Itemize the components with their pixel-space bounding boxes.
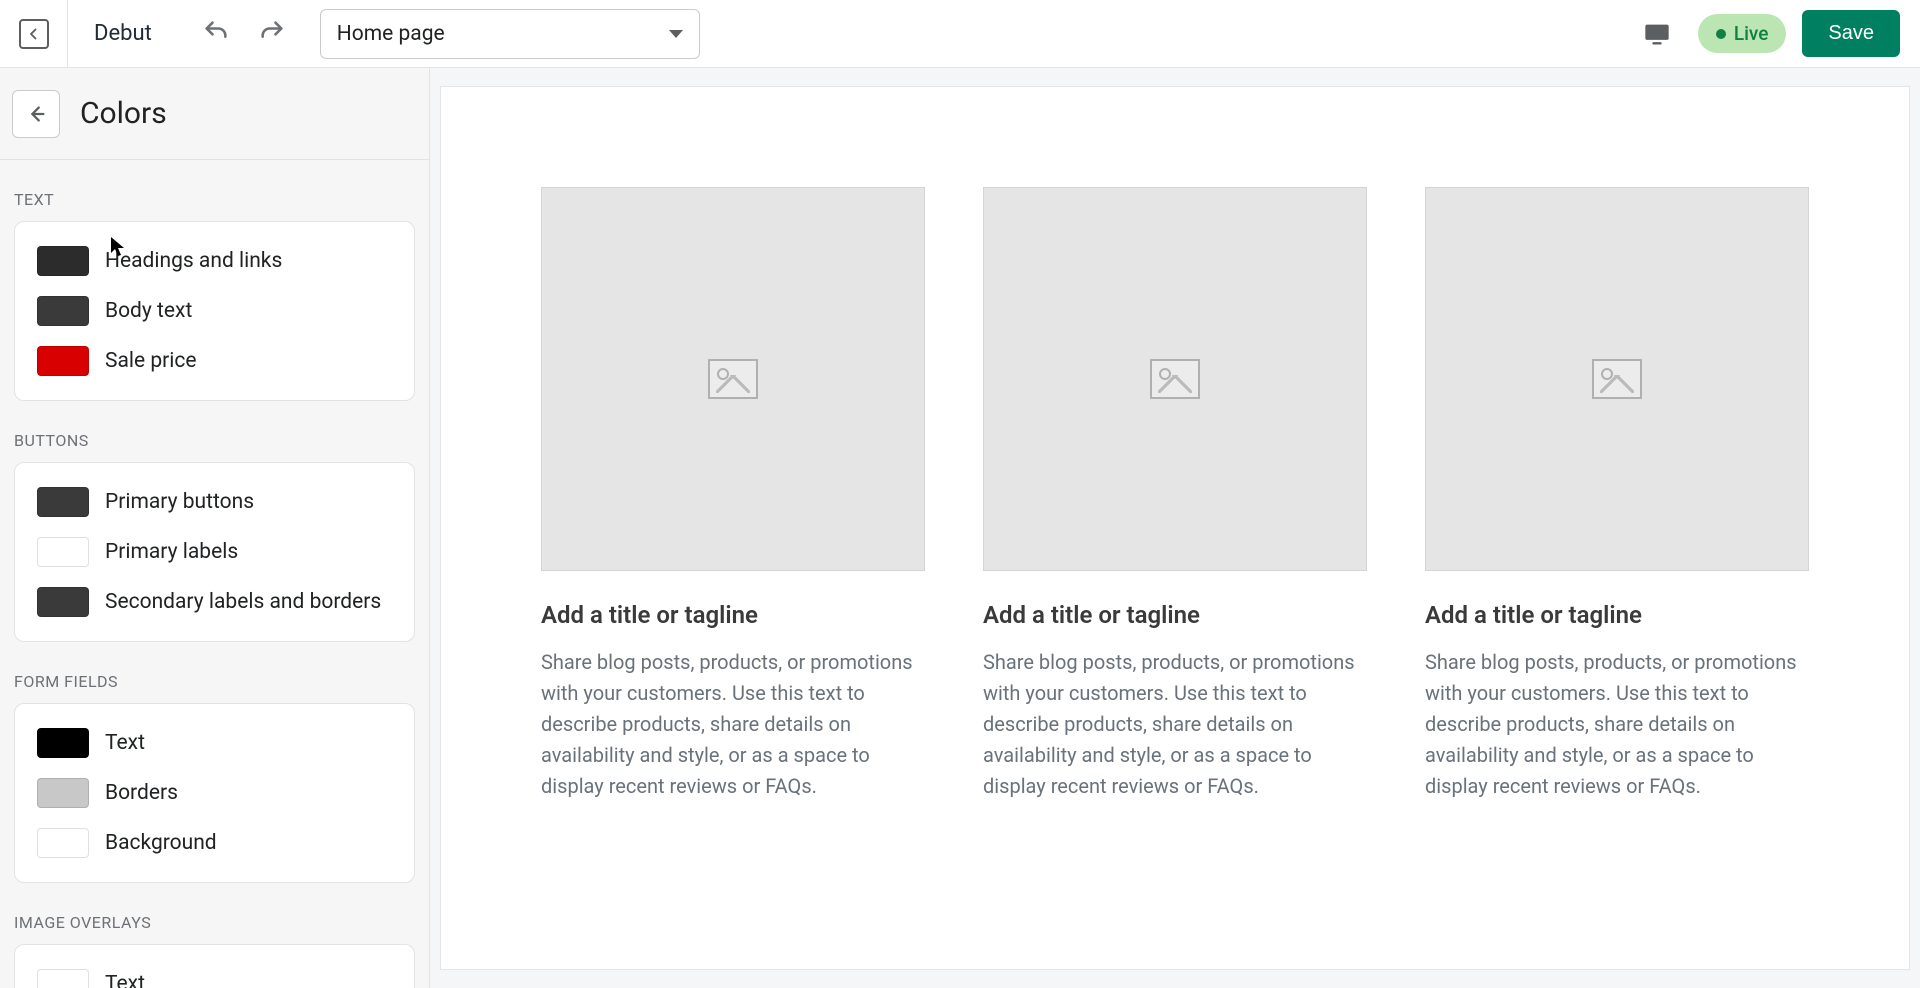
main-area: Colors TEXT Headings and links Body text… — [0, 68, 1920, 988]
undo-button[interactable] — [202, 18, 230, 50]
color-label: Primary labels — [105, 540, 238, 564]
sidebar: Colors TEXT Headings and links Body text… — [0, 68, 430, 988]
history-controls — [178, 18, 310, 50]
button-colors-card: Primary buttons Primary labels Secondary… — [14, 462, 415, 642]
page-selector[interactable]: Home page — [320, 9, 700, 59]
color-swatch — [37, 728, 89, 758]
chevron-down-icon — [669, 30, 683, 38]
color-swatch — [37, 487, 89, 517]
color-swatch — [37, 246, 89, 276]
color-row-form-background[interactable]: Background — [15, 818, 414, 868]
column-title: Add a title or tagline — [983, 601, 1367, 629]
color-row-primary-labels[interactable]: Primary labels — [15, 527, 414, 577]
color-label: Text — [105, 972, 145, 988]
exit-button[interactable] — [0, 0, 68, 68]
text-colors-card: Headings and links Body text Sale price — [14, 221, 415, 401]
color-row-sale-price[interactable]: Sale price — [15, 336, 414, 386]
color-label: Primary buttons — [105, 490, 254, 514]
preview-panel: Add a title or tagline Share blog posts,… — [430, 68, 1920, 988]
preview-columns: Add a title or tagline Share blog posts,… — [541, 187, 1809, 802]
color-swatch — [37, 778, 89, 808]
column-body: Share blog posts, products, or promotion… — [541, 647, 925, 802]
exit-icon — [19, 19, 49, 49]
color-label: Headings and links — [105, 249, 282, 273]
color-label: Body text — [105, 299, 192, 323]
desktop-icon — [1643, 20, 1671, 48]
color-swatch — [37, 537, 89, 567]
column-title: Add a title or tagline — [1425, 601, 1809, 629]
image-placeholder — [983, 187, 1367, 571]
color-label: Text — [105, 731, 145, 755]
color-swatch — [37, 587, 89, 617]
color-row-primary-buttons[interactable]: Primary buttons — [15, 477, 414, 527]
form-fields-colors-card: Text Borders Background — [14, 703, 415, 883]
column-body: Share blog posts, products, or promotion… — [1425, 647, 1809, 802]
color-row-overlay-text[interactable]: Text — [15, 959, 414, 988]
column-title: Add a title or tagline — [541, 601, 925, 629]
redo-icon — [258, 18, 286, 46]
image-placeholder — [541, 187, 925, 571]
section-label-image-overlays: IMAGE OVERLAYS — [0, 883, 429, 944]
column-body: Share blog posts, products, or promotion… — [983, 647, 1367, 802]
color-row-secondary-labels-borders[interactable]: Secondary labels and borders — [15, 577, 414, 627]
preview-frame: Add a title or tagline Share blog posts,… — [440, 86, 1910, 970]
color-row-form-borders[interactable]: Borders — [15, 768, 414, 818]
theme-name: Debut — [68, 21, 178, 46]
color-swatch — [37, 828, 89, 858]
sidebar-header: Colors — [0, 68, 429, 160]
color-swatch — [37, 296, 89, 326]
color-row-headings-links[interactable]: Headings and links — [15, 236, 414, 286]
image-placeholder-icon — [1592, 359, 1642, 399]
image-placeholder-icon — [1150, 359, 1200, 399]
live-badge: Live — [1698, 14, 1787, 53]
redo-button[interactable] — [258, 18, 286, 50]
arrow-left-icon — [25, 103, 47, 125]
image-overlay-colors-card: Text — [14, 944, 415, 988]
topbar: Debut Home page Live Save — [0, 0, 1920, 68]
preview-column: Add a title or tagline Share blog posts,… — [541, 187, 925, 802]
section-label-buttons: BUTTONS — [0, 401, 429, 462]
color-swatch — [37, 346, 89, 376]
color-row-form-text[interactable]: Text — [15, 718, 414, 768]
color-label: Background — [105, 831, 217, 855]
image-placeholder — [1425, 187, 1809, 571]
live-badge-label: Live — [1734, 22, 1769, 45]
desktop-view-button[interactable] — [1634, 11, 1680, 57]
sidebar-title: Colors — [80, 96, 167, 131]
color-row-body-text[interactable]: Body text — [15, 286, 414, 336]
back-button[interactable] — [12, 90, 60, 138]
page-selector-label: Home page — [337, 22, 445, 46]
color-label: Secondary labels and borders — [105, 590, 381, 614]
image-placeholder-icon — [708, 359, 758, 399]
save-button[interactable]: Save — [1802, 10, 1900, 57]
live-dot-icon — [1716, 29, 1726, 39]
section-label-text: TEXT — [0, 160, 429, 221]
preview-column: Add a title or tagline Share blog posts,… — [983, 187, 1367, 802]
color-label: Borders — [105, 781, 178, 805]
color-label: Sale price — [105, 349, 197, 373]
preview-column: Add a title or tagline Share blog posts,… — [1425, 187, 1809, 802]
undo-icon — [202, 18, 230, 46]
section-label-form-fields: FORM FIELDS — [0, 642, 429, 703]
color-swatch — [37, 969, 89, 988]
